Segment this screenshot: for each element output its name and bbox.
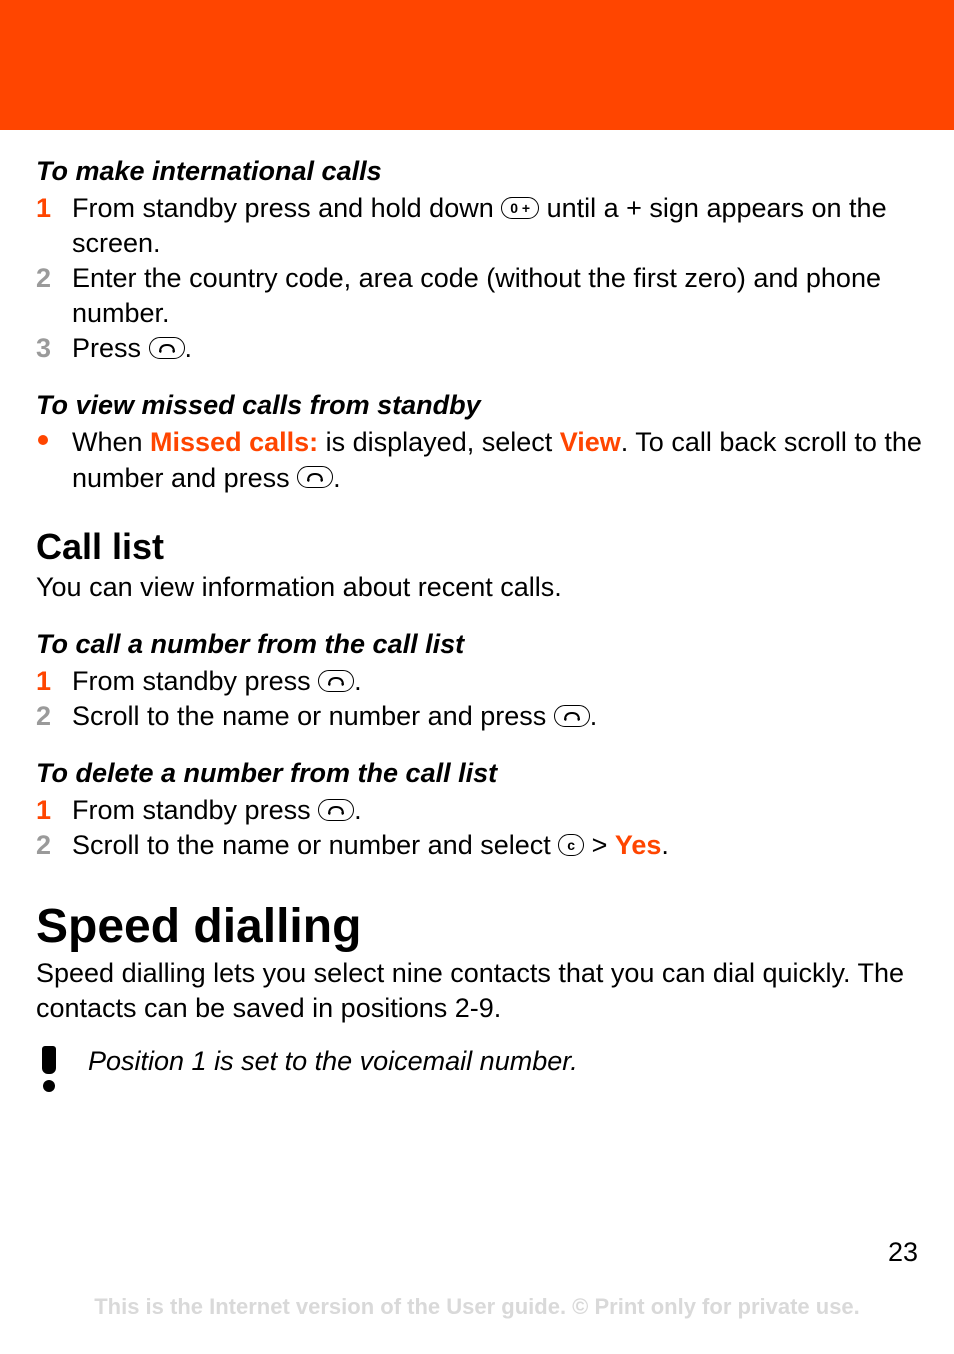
step-number: 2 — [36, 828, 66, 863]
subheading-international-calls: To make international calls — [36, 156, 924, 187]
highlight-view: View — [560, 427, 621, 457]
step-number: 1 — [36, 191, 66, 226]
call-key-icon — [149, 337, 185, 359]
step-text-post: . — [661, 830, 669, 860]
step-number: 2 — [36, 699, 66, 734]
speed-dialling-description: Speed dialling lets you select nine cont… — [36, 956, 924, 1026]
call-key-icon — [318, 670, 354, 692]
call-key-icon — [297, 466, 333, 488]
heading-speed-dialling: Speed dialling — [36, 899, 924, 954]
step-text-post: . — [354, 666, 362, 696]
footer-disclaimer: This is the Internet version of the User… — [0, 1294, 954, 1320]
list-item: 1 From standby press . — [36, 793, 924, 828]
step-text-pre: Scroll to the name or number and select — [72, 830, 558, 860]
steps-delete-from-list: 1 From standby press . 2 Scroll to the n… — [36, 793, 924, 863]
page: To make international calls 1 From stand… — [0, 0, 954, 1354]
step-number: 2 — [36, 261, 66, 296]
zero-plus-key-icon: 0 + — [501, 197, 539, 219]
step-number: 1 — [36, 793, 66, 828]
subheading-delete-from-list: To delete a number from the call list — [36, 758, 924, 789]
step-text: Enter the country code, area code (witho… — [72, 263, 881, 328]
subheading-missed-calls: To view missed calls from standby — [36, 390, 924, 421]
bullet-text-pre: When — [72, 427, 150, 457]
call-key-icon — [318, 799, 354, 821]
page-number: 23 — [888, 1237, 918, 1268]
bullet-missed-calls: When Missed calls: is displayed, select … — [36, 425, 924, 495]
steps-call-from-list: 1 From standby press . 2 Scroll to the n… — [36, 664, 924, 734]
c-key-icon: c — [558, 834, 584, 856]
list-item: 3 Press . — [36, 331, 924, 366]
step-text-pre: From standby press — [72, 666, 318, 696]
step-number: 3 — [36, 331, 66, 366]
step-text-post: . — [354, 795, 362, 825]
content-area: To make international calls 1 From stand… — [0, 130, 954, 1092]
heading-call-list: Call list — [36, 526, 924, 568]
important-icon — [36, 1044, 62, 1092]
steps-international-calls: 1 From standby press and hold down 0 + u… — [36, 191, 924, 366]
subheading-call-from-list: To call a number from the call list — [36, 629, 924, 660]
bullet-text-post2: . — [333, 463, 341, 493]
step-number: 1 — [36, 664, 66, 699]
step-text-post: . — [185, 333, 193, 363]
highlight-missed-calls: Missed calls: — [150, 427, 318, 457]
step-text-gt: > — [584, 830, 615, 860]
list-item: 1 From standby press . — [36, 664, 924, 699]
call-list-description: You can view information about recent ca… — [36, 570, 924, 605]
step-text-pre: From standby press and hold down — [72, 193, 501, 223]
note-row: Position 1 is set to the voicemail numbe… — [36, 1044, 924, 1092]
list-item: When Missed calls: is displayed, select … — [36, 425, 924, 495]
orange-header-bar — [0, 0, 954, 130]
note-text: Position 1 is set to the voicemail numbe… — [88, 1044, 924, 1079]
step-text-pre: Scroll to the name or number and press — [72, 701, 554, 731]
step-text-pre: From standby press — [72, 795, 318, 825]
highlight-yes: Yes — [615, 830, 662, 860]
list-item: 1 From standby press and hold down 0 + u… — [36, 191, 924, 261]
list-item: 2 Scroll to the name or number and selec… — [36, 828, 924, 863]
bullet-icon — [38, 435, 48, 445]
list-item: 2 Scroll to the name or number and press… — [36, 699, 924, 734]
call-key-icon — [554, 705, 590, 727]
bullet-text-mid: is displayed, select — [318, 427, 560, 457]
list-item: 2 Enter the country code, area code (wit… — [36, 261, 924, 331]
step-text-pre: Press — [72, 333, 149, 363]
step-text-post: . — [590, 701, 598, 731]
